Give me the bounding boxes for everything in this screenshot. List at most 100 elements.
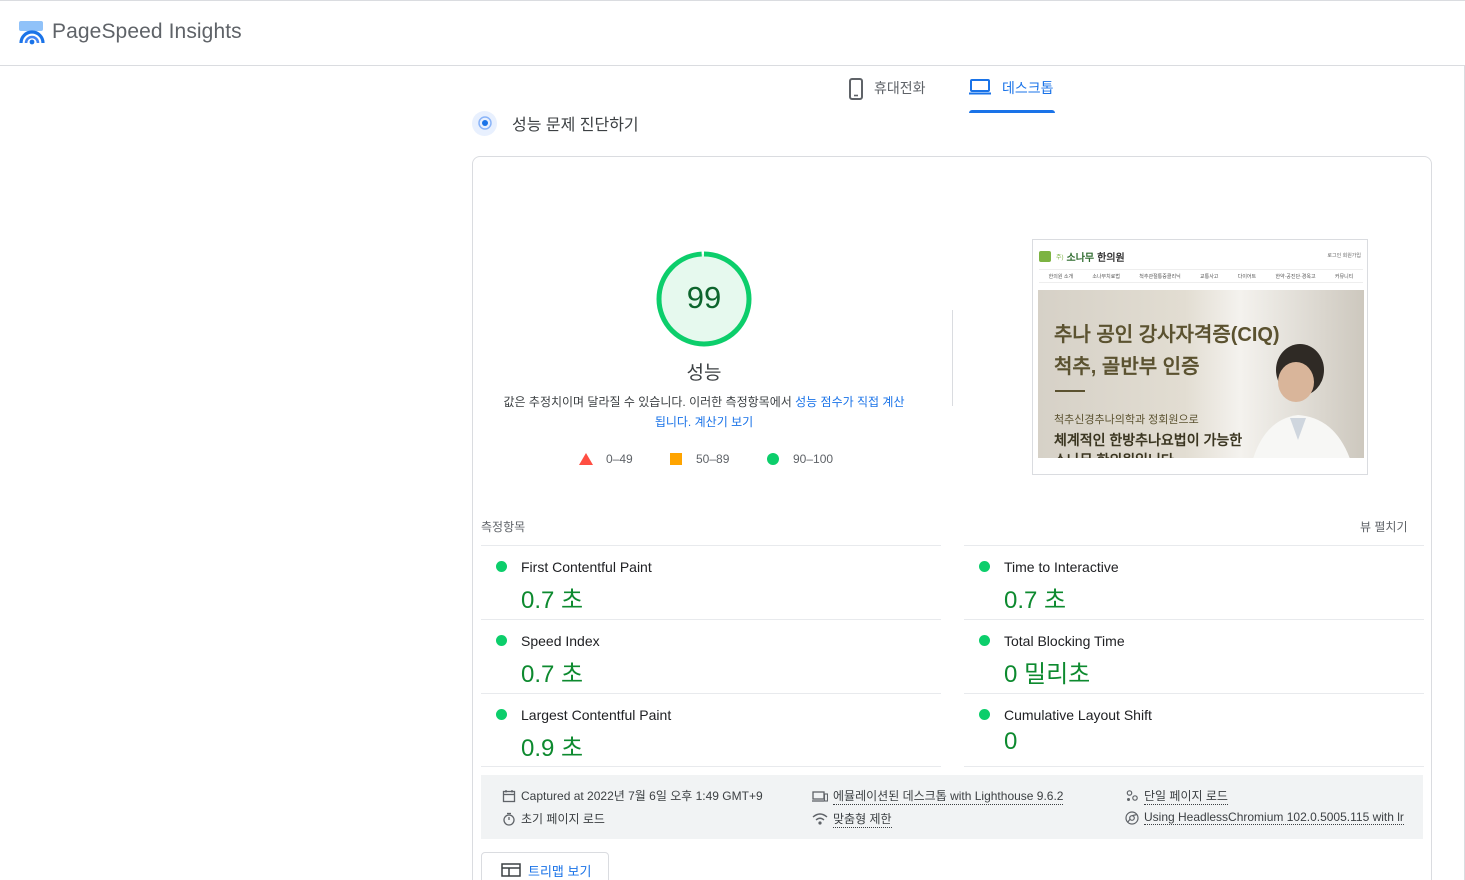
throttling-text: 맞춤형 제한 [833,812,892,828]
screenshot-site-logo: 주) 소나무 한의원 [1039,249,1125,264]
square-icon [670,453,682,465]
metric-value: 0 밀리초 [1004,661,1091,688]
diagnose-title: 성능 문제 진단하기 [512,117,639,134]
diagnose-header: 성능 문제 진단하기 [472,110,639,136]
score-note-text: 값은 추정치이며 달라질 수 있습니다. 이러한 측정항목에서 [503,395,796,409]
wifi-icon [812,813,828,825]
triangle-icon [579,453,593,465]
legend-pass: 90–100 [767,452,833,466]
metric-name: First Contentful Paint [521,559,652,575]
pass-circle-icon [979,561,990,572]
single-load-text: 단일 페이지 로드 [1144,789,1228,805]
metrics-heading: 측정항목 [481,520,526,534]
metric-lcp: Largest Contentful Paint 0.9 초 [481,693,941,767]
legend-average: 50–89 [670,452,729,466]
metric-tbt: Total Blocking Time 0 밀리초 [964,619,1424,693]
screenshot-hero-line1: 추나 공인 강사자격증(CIQ) [1054,324,1280,346]
screenshot-util-links: 로그인 회원가입 [1327,253,1361,259]
screenshot-nav-item: 한약·공진단·경옥고 [1275,273,1316,280]
screenshot-hero-line5: 소나무 한의원입니다 [1054,450,1174,458]
screenshot-brand-name2: 한의원 [1097,253,1125,264]
screenshot-hero-banner: 추나 공인 강사자격증(CIQ) 척추, 골반부 인증 척추신경추나의학과 정회… [1038,290,1364,458]
score-value: 99 [686,280,722,315]
metrics-divider [481,766,941,767]
top-bar: PageSpeed Insights [0,0,1465,66]
screenshot-hero-rule [1055,390,1085,392]
captured-text: Captured at 2022년 7월 6일 오후 1:49 GMT+9 [521,789,763,803]
metric-value: 0.7 초 [521,661,584,688]
screenshot-hero-line2: 척추, 골반부 인증 [1054,356,1200,378]
circle-icon [767,453,779,465]
emulation-info[interactable]: 에뮬레이션된 데스크톱 with Lighthouse 9.6.2 [812,787,1064,805]
initial-load-info: 초기 페이지 로드 [502,810,605,827]
run-info-panel: Captured at 2022년 7월 6일 오후 1:49 GMT+9 초기… [481,775,1423,839]
screenshot-hero-line4: 체계적인 한방추나요법이 가능한 [1054,432,1243,448]
tab-selected-indicator [969,110,1055,113]
single-load-info[interactable]: 단일 페이지 로드 [1125,787,1228,805]
metric-value: 0.7 초 [1004,587,1067,614]
legend-pass-label: 90–100 [793,452,834,466]
screenshot-brand-small: 주) [1056,255,1064,261]
metric-name: Time to Interactive [1004,559,1119,575]
calculator-link[interactable]: 계산기 보기 [695,415,754,429]
metric-value: 0.9 초 [521,735,584,762]
legend-average-label: 50–89 [696,452,730,466]
throttling-info[interactable]: 맞춤형 제한 [812,810,892,828]
pass-circle-icon [496,635,507,646]
screenshot-nav-item: 다이어트 [1237,273,1257,280]
screenshot-nav-item: 교통사고 [1200,273,1219,280]
tab-mobile-label: 휴대전화 [874,80,926,96]
screenshot-nav-item: 한의원 소개 [1048,273,1074,280]
captured-info: Captured at 2022년 7월 6일 오후 1:49 GMT+9 [502,787,763,804]
stopwatch-icon [503,812,515,826]
screenshot-nav-item: 소나무치료법 [1092,273,1120,280]
metrics-divider [964,766,1424,767]
brand-title[interactable]: PageSpeed Insights [52,20,242,44]
phone-icon [849,78,863,100]
metric-value: 0 [1004,728,1018,755]
metric-name: Speed Index [521,633,600,649]
leaf-logo-icon [1039,251,1051,262]
view-treemap-button[interactable]: 트리맵 보기 [481,852,609,880]
expand-view-button[interactable]: 뷰 펼치기 [1360,518,1408,535]
metric-name: Largest Contentful Paint [521,707,672,723]
initial-load-text: 초기 페이지 로드 [521,812,605,826]
metric-tti: Time to Interactive 0.7 초 [964,545,1424,619]
browser-text: Using HeadlessChromium 102.0.5005.115 wi… [1144,810,1404,825]
pass-circle-icon [979,635,990,646]
metric-cls: Cumulative Layout Shift 0 [964,693,1424,767]
score-note: 값은 추정치이며 달라질 수 있습니다. 이러한 측정항목에서 성능 점수가 직… [500,392,908,432]
pass-circle-icon [496,709,507,720]
devices-icon [812,791,828,802]
tab-desktop-label: 데스크톱 [1002,80,1054,96]
lighthouse-icon [472,110,497,136]
emulation-text: 에뮬레이션된 데스크톱 with Lighthouse 9.6.2 [833,789,1064,805]
metric-fcp: First Contentful Paint 0.7 초 [481,545,941,619]
people-icon [1126,790,1138,801]
legend-fail: 0–49 [579,452,633,466]
legend-fail-label: 0–49 [606,452,633,466]
treemap-icon [501,863,521,877]
pass-circle-icon [979,709,990,720]
metric-name: Total Blocking Time [1004,633,1125,649]
screenshot-nav: 한의원 소개 소나무치료법 척추관절통증클리닉 교통사고 다이어트 한약·공진단… [1039,269,1363,283]
metric-value: 0.7 초 [521,587,584,614]
page-screenshot: 주) 소나무 한의원 로그인 회원가입 한의원 소개 소나무치료법 척추관절통증… [1032,239,1368,475]
browser-info[interactable]: Using HeadlessChromium 102.0.5005.115 wi… [1125,810,1404,825]
pass-circle-icon [496,561,507,572]
vertical-divider [952,310,953,406]
score-label: 성능 [686,363,722,384]
doctor-photo [1253,344,1350,458]
calendar-icon [502,789,516,802]
pagespeed-logo-icon[interactable] [18,20,46,46]
laptop-icon [969,79,991,95]
metric-si: Speed Index 0.7 초 [481,619,941,693]
screenshot-hero-line3: 척추신경추나의학과 정회원으로 [1054,414,1199,426]
screenshot-brand-name: 소나무 [1066,253,1095,264]
screenshot-nav-item: 커뮤니티 [1334,273,1354,280]
metric-name: Cumulative Layout Shift [1004,707,1152,723]
tab-mobile[interactable]: 휴대전화 [848,72,948,116]
screenshot-nav-item: 척추관절통증클리닉 [1139,273,1181,280]
chrome-icon [1125,810,1139,825]
treemap-label: 트리맵 보기 [528,863,592,879]
